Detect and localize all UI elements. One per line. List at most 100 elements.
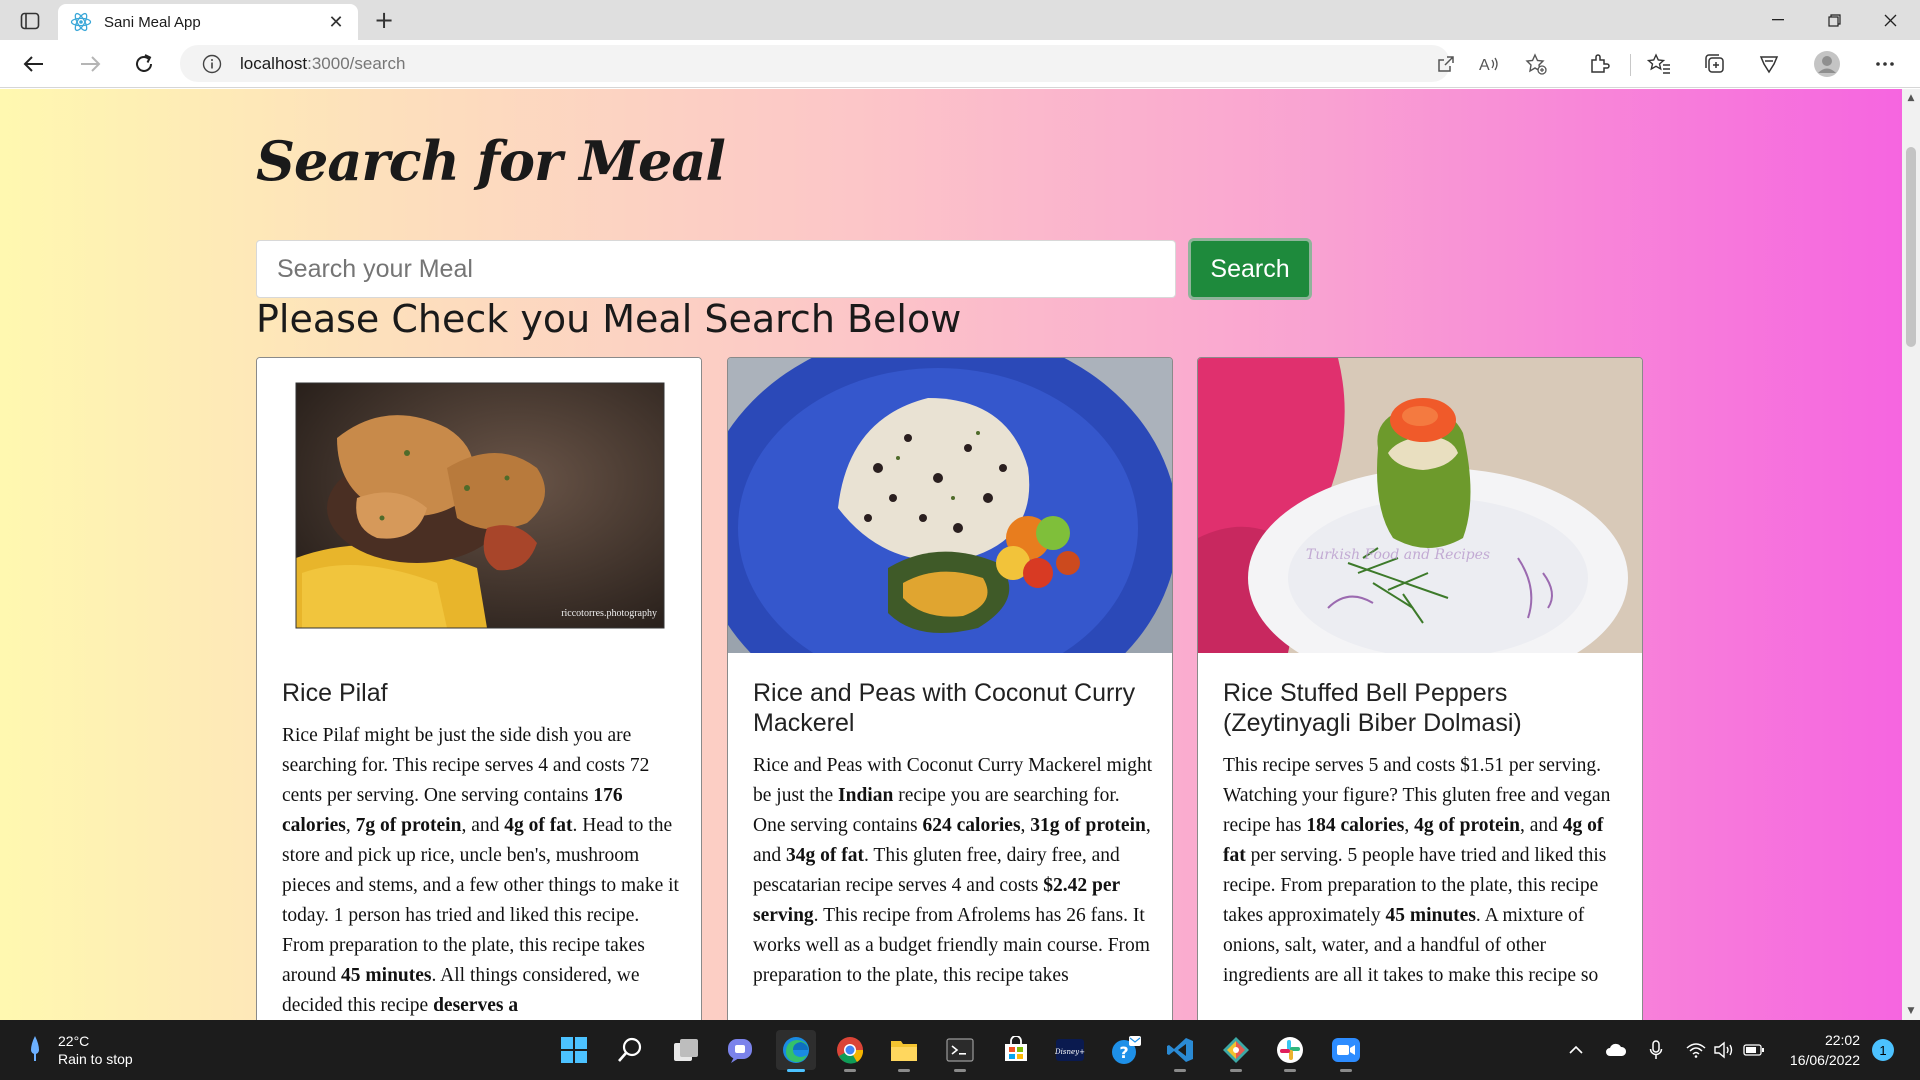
tab-title: Sani Meal App [104, 13, 201, 31]
page-viewport: Search for Meal Search Please Check you … [0, 89, 1902, 1020]
windows-taskbar: 22°C Rain to stop Disney+ ? 22:02 16/06/… [0, 1020, 1920, 1080]
summary-text: , and [461, 815, 505, 836]
summary-highlight: 45 minutes [341, 965, 432, 986]
meal-summary: This recipe serves 5 and costs $1.51 per… [1223, 751, 1623, 991]
svg-text:A: A [1479, 57, 1490, 73]
toolbar-separator [1630, 54, 1631, 76]
weather-temperature: 22°C [58, 1033, 90, 1049]
summary-highlight: 624 calories [922, 815, 1021, 836]
vscode-icon[interactable] [1160, 1030, 1200, 1072]
wifi-icon[interactable] [1684, 1038, 1708, 1062]
summary-highlight: deserves a [433, 995, 519, 1016]
summary-text: , [1404, 815, 1415, 836]
onedrive-icon[interactable] [1604, 1038, 1628, 1062]
summary-text: , and [1519, 815, 1563, 836]
tab-actions-icon[interactable] [14, 8, 46, 34]
url-text: localhost:3000/search [240, 53, 406, 73]
summary-text: , [345, 815, 356, 836]
system-clock[interactable]: 22:02 16/06/2022 [1780, 1030, 1860, 1070]
photo-credit: riccotorres.photography [561, 608, 657, 619]
meal-title: Rice Pilaf [282, 679, 388, 707]
collections-icon[interactable] [1700, 50, 1730, 78]
teams-chat-icon[interactable] [720, 1030, 760, 1070]
scroll-up-icon[interactable]: ▲ [1902, 89, 1920, 107]
open-in-app-icon[interactable] [1434, 52, 1458, 76]
disney-plus-icon[interactable]: Disney+ [1050, 1030, 1090, 1070]
profile-avatar-icon[interactable] [1812, 50, 1842, 78]
new-tab-button[interactable]: + [368, 6, 400, 34]
search-button[interactable]: Search [1188, 238, 1312, 300]
browser-tab-active[interactable]: Sani Meal App ✕ [58, 4, 358, 40]
read-aloud-icon[interactable]: A [1478, 52, 1502, 76]
svg-text:Disney+: Disney+ [1055, 1048, 1085, 1056]
browser-essentials-icon[interactable] [1754, 50, 1784, 78]
help-chat-icon[interactable]: ? [1106, 1030, 1146, 1070]
add-favorite-icon[interactable] [1524, 52, 1548, 76]
search-input[interactable] [256, 240, 1176, 298]
photo-watermark: Turkish Food and Recipes [1306, 547, 1490, 563]
site-info-icon[interactable] [202, 54, 222, 74]
results-heading: Please Check you Meal Search Below [256, 297, 962, 341]
meal-title: Rice and Peas with Coconut Curry Mackere… [753, 679, 1136, 737]
summary-highlight: 7g of protein [355, 815, 462, 836]
meal-title: Rice Stuffed Bell Peppers (Zeytinyagli B… [1223, 679, 1522, 737]
browser-toolbar: localhost:3000/search A [0, 40, 1920, 88]
meal-card[interactable]: Turkish Food and Recipes Rice Stuffed Be… [1197, 357, 1643, 1020]
chrome-icon[interactable] [830, 1030, 870, 1072]
back-arrow-icon[interactable] [16, 48, 52, 80]
file-explorer-icon[interactable] [884, 1030, 924, 1072]
summary-highlight: 34g of fat [786, 845, 865, 866]
task-view-icon[interactable] [666, 1030, 706, 1070]
meal-image[interactable]: riccotorres.photography [257, 358, 701, 653]
restore-button[interactable] [1806, 0, 1862, 40]
weather-widget[interactable]: 22°C Rain to stop [28, 1032, 133, 1068]
slack-icon[interactable] [1270, 1030, 1310, 1072]
terminal-icon[interactable] [940, 1030, 980, 1072]
meal-image[interactable]: Turkish Food and Recipes [1198, 358, 1642, 653]
summary-text: . Head to the store and pick up rice, un… [282, 815, 679, 986]
microsoft-store-icon[interactable] [996, 1030, 1036, 1070]
clock-time: 22:02 [1824, 1032, 1860, 1048]
more-options-icon[interactable] [1870, 50, 1900, 78]
notification-badge[interactable]: 1 [1872, 1039, 1894, 1061]
zoom-icon[interactable] [1326, 1030, 1366, 1072]
browser-titlebar: Sani Meal App ✕ + [0, 0, 1920, 40]
page-title: Search for Meal [256, 129, 726, 193]
summary-highlight: 4g of protein [1414, 815, 1520, 836]
start-menu-icon[interactable] [554, 1030, 594, 1070]
show-hidden-icons-icon[interactable] [1564, 1038, 1588, 1062]
summary-highlight: Indian [838, 785, 894, 806]
meal-summary: Rice Pilaf might be just the side dish y… [282, 721, 682, 1020]
scroll-down-icon[interactable]: ▼ [1902, 1002, 1920, 1020]
meal-summary: Rice and Peas with Coconut Curry Mackere… [753, 751, 1153, 991]
page-scrollbar[interactable]: ▲ ▼ [1902, 89, 1920, 1020]
react-logo-icon [70, 11, 92, 33]
meal-card[interactable]: riccotorres.photography Rice Pilaf Rice … [256, 357, 702, 1020]
volume-icon[interactable] [1712, 1038, 1736, 1062]
summary-highlight: 45 minutes [1385, 905, 1476, 926]
microphone-icon[interactable] [1644, 1038, 1668, 1062]
forward-arrow-icon[interactable] [72, 48, 108, 80]
search-icon[interactable] [610, 1030, 650, 1070]
favorites-icon[interactable] [1644, 50, 1674, 78]
edge-browser-icon[interactable] [776, 1030, 816, 1072]
extensions-icon[interactable] [1584, 50, 1614, 78]
battery-icon[interactable] [1742, 1038, 1766, 1062]
address-bar[interactable]: localhost:3000/search [180, 45, 1450, 82]
summary-text: , [1020, 815, 1031, 836]
tab-close-icon[interactable]: ✕ [326, 12, 346, 33]
scrollbar-thumb[interactable] [1906, 147, 1916, 347]
summary-highlight: 184 calories [1306, 815, 1405, 836]
minimize-button[interactable] [1750, 0, 1806, 40]
meal-image[interactable] [728, 358, 1172, 653]
svg-text:?: ? [1119, 1043, 1128, 1062]
summary-highlight: 4g of fat [504, 815, 573, 836]
summary-highlight: 31g of protein [1030, 815, 1146, 836]
weather-description: Rain to stop [58, 1051, 133, 1067]
refresh-icon[interactable] [126, 48, 162, 80]
meal-card[interactable]: Rice and Peas with Coconut Curry Mackere… [727, 357, 1173, 1020]
close-window-button[interactable] [1862, 0, 1918, 40]
weather-icon [28, 1034, 42, 1066]
git-kraken-icon[interactable] [1216, 1030, 1256, 1072]
clock-date: 16/06/2022 [1789, 1052, 1860, 1068]
